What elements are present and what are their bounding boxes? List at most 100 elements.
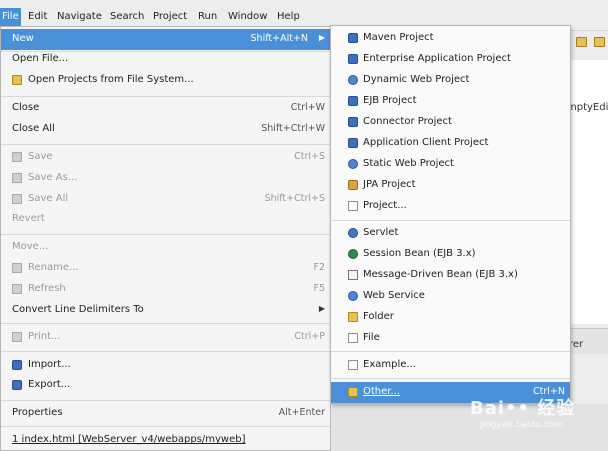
new-web-service[interactable]: Web Service	[331, 286, 570, 307]
ear-project-icon	[348, 54, 358, 64]
file-menu-recent-file[interactable]: 1 index.html [WebServer_v4/webapps/myweb…	[1, 430, 330, 451]
menu-item-label: Example...	[363, 359, 416, 370]
new-enterprise-application-project[interactable]: Enterprise Application Project	[331, 49, 570, 70]
menu-item-label: Session Bean (EJB 3.x)	[363, 248, 476, 259]
menu-item-label: Print...	[28, 331, 61, 342]
menu-item-label: Convert Line Delimiters To	[12, 304, 144, 315]
new-folder[interactable]: Folder	[331, 307, 570, 328]
new-connector-project[interactable]: Connector Project	[331, 112, 570, 133]
menu-item-label: Web Service	[363, 290, 425, 301]
other-wizard-icon	[348, 387, 358, 397]
menu-item-shortcut: Shift+Ctrl+W	[261, 123, 325, 134]
example-icon	[348, 360, 358, 370]
file-menu-print[interactable]: Print... Ctrl+P	[1, 327, 330, 348]
file-menu-open-projects[interactable]: Open Projects from File System...	[1, 70, 330, 91]
menu-item-label: Open Projects from File System...	[28, 74, 194, 85]
menu-search[interactable]: Search	[110, 10, 144, 24]
menu-separator	[1, 351, 330, 352]
menu-help[interactable]: Help	[277, 10, 300, 24]
menu-item-label: Close	[12, 102, 40, 113]
file-menu: New Shift+Alt+N ▶ Open File... Open Proj…	[0, 26, 331, 451]
menu-item-label: Folder	[363, 311, 394, 322]
watermark-brand: Bai•• 经验	[470, 398, 576, 419]
menu-item-shortcut: F5	[313, 283, 325, 294]
file-icon	[348, 333, 358, 343]
menu-separator	[331, 220, 570, 221]
static-web-project-icon	[348, 159, 358, 169]
menu-item-label: Export...	[28, 379, 71, 390]
menu-file[interactable]: File	[0, 8, 21, 26]
file-menu-refresh[interactable]: Refresh F5	[1, 279, 330, 300]
file-menu-export[interactable]: Export...	[1, 375, 330, 396]
save-as-icon	[12, 173, 22, 183]
file-menu-import[interactable]: Import...	[1, 355, 330, 376]
new-jpa-project[interactable]: JPA Project	[331, 175, 570, 196]
menu-project[interactable]: Project	[153, 10, 187, 24]
new-maven-project[interactable]: Maven Project	[331, 28, 570, 49]
menu-run[interactable]: Run	[198, 10, 217, 24]
new-submenu: Maven Project Enterprise Application Pro…	[330, 25, 571, 404]
menu-navigate[interactable]: Navigate	[57, 10, 102, 24]
file-menu-save-all[interactable]: Save All Shift+Ctrl+S	[1, 189, 330, 210]
new-servlet[interactable]: Servlet	[331, 223, 570, 244]
menu-item-label: Refresh	[28, 283, 66, 294]
file-menu-new[interactable]: New Shift+Alt+N ▶	[1, 29, 330, 50]
new-example[interactable]: Example...	[331, 355, 570, 376]
new-session-bean[interactable]: Session Bean (EJB 3.x)	[331, 244, 570, 265]
menu-separator	[331, 351, 570, 352]
menu-item-shortcut: Ctrl+W	[290, 102, 325, 113]
open-folder-icon[interactable]	[594, 37, 605, 47]
menu-item-label: Properties	[12, 407, 63, 418]
menu-item-label: Dynamic Web Project	[363, 74, 470, 85]
menu-window[interactable]: Window	[228, 10, 267, 24]
menu-item-label: Open File...	[12, 53, 69, 64]
new-dynamic-web-project[interactable]: Dynamic Web Project	[331, 70, 570, 91]
menu-separator	[331, 378, 570, 379]
file-menu-convert-line-delimiters[interactable]: Convert Line Delimiters To ▶	[1, 300, 330, 321]
file-menu-revert[interactable]: Revert	[1, 209, 330, 230]
new-static-web-project[interactable]: Static Web Project	[331, 154, 570, 175]
menu-separator	[1, 323, 330, 324]
new-message-driven-bean[interactable]: Message-Driven Bean (EJB 3.x)	[331, 265, 570, 286]
menu-item-label: Other...	[363, 386, 401, 397]
menu-item-label: File	[363, 332, 380, 343]
file-menu-properties[interactable]: Properties Alt+Enter	[1, 403, 330, 424]
new-project[interactable]: Project...	[331, 196, 570, 217]
editor-tab-label[interactable]: mptyEdi	[567, 102, 608, 113]
refresh-icon	[12, 284, 22, 294]
import-icon	[12, 360, 22, 370]
menu-item-label: Servlet	[363, 227, 399, 238]
save-all-icon	[12, 194, 22, 204]
menu-edit[interactable]: Edit	[28, 10, 47, 24]
menu-item-shortcut: Ctrl+P	[294, 331, 325, 342]
menu-item-label: Enterprise Application Project	[363, 53, 511, 64]
file-menu-save[interactable]: Save Ctrl+S	[1, 147, 330, 168]
new-application-client-project[interactable]: Application Client Project	[331, 133, 570, 154]
save-icon	[12, 152, 22, 162]
file-menu-open-file[interactable]: Open File...	[1, 49, 330, 70]
menu-item-label: Revert	[12, 213, 45, 224]
maven-project-icon	[348, 33, 358, 43]
menu-item-label: EJB Project	[363, 95, 417, 106]
file-menu-move[interactable]: Move...	[1, 237, 330, 258]
file-menu-rename[interactable]: Rename... F2	[1, 258, 330, 279]
session-bean-icon	[348, 249, 358, 259]
menu-item-label: Maven Project	[363, 32, 434, 43]
message-bean-icon	[348, 270, 358, 280]
web-service-icon	[348, 291, 358, 301]
view-tab-label[interactable]: rer	[569, 339, 583, 350]
menu-item-label: Save	[28, 151, 53, 162]
new-file[interactable]: File	[331, 328, 570, 349]
menu-item-shortcut: Alt+Enter	[278, 407, 325, 418]
print-icon	[12, 332, 22, 342]
file-menu-close-all[interactable]: Close All Shift+Ctrl+W	[1, 119, 330, 140]
file-menu-save-as[interactable]: Save As...	[1, 168, 330, 189]
open-folder-icon[interactable]	[576, 37, 587, 47]
watermark-url: jingyan.baidu.com	[480, 420, 564, 430]
menu-separator	[1, 234, 330, 235]
editor-area	[566, 60, 608, 324]
new-ejb-project[interactable]: EJB Project	[331, 91, 570, 112]
file-menu-close[interactable]: Close Ctrl+W	[1, 98, 330, 119]
menu-item-label: JPA Project	[363, 179, 416, 190]
menu-item-label: Connector Project	[363, 116, 452, 127]
